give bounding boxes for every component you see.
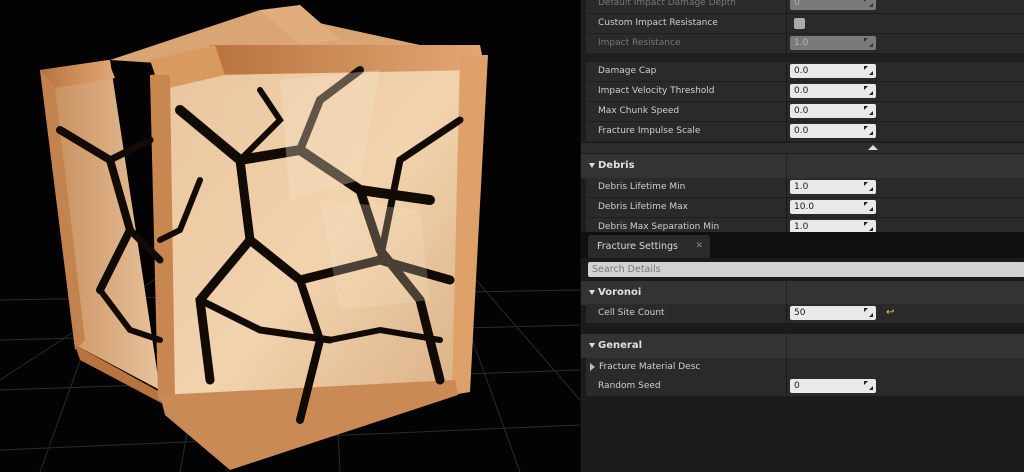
damage-cap-row: Damage Cap 0.0 (586, 62, 1024, 81)
drag-handle-icon[interactable] (864, 106, 873, 115)
fracture-material-desc-label: Fracture Material Desc (599, 362, 701, 372)
physics-details-section: Default Impact Damage Depth 0 Custom Imp… (581, 0, 1024, 232)
impact-resistance-label: Impact Resistance (598, 38, 681, 48)
default-impact-damage-depth-label: Default Impact Damage Depth (598, 0, 736, 8)
tab-bar: Fracture Settings ✕ (581, 232, 1024, 258)
impact-velocity-threshold-row: Impact Velocity Threshold 0.0 (586, 82, 1024, 101)
debris-lifetime-max-row: Debris Lifetime Max 10.0 (586, 198, 1024, 217)
category-voronoi[interactable]: Voronoi (581, 281, 1024, 305)
drag-handle-icon[interactable] (864, 182, 873, 191)
category-debris-title: Debris (598, 160, 635, 171)
debris-lifetime-min-label: Debris Lifetime Min (598, 182, 686, 192)
cell-site-count-label: Cell Site Count (598, 308, 665, 318)
random-seed-field[interactable]: 0 (790, 379, 876, 393)
drag-handle-icon[interactable] (864, 66, 873, 75)
close-icon[interactable]: ✕ (695, 241, 703, 251)
tab-fracture-settings-label: Fracture Settings (597, 241, 678, 252)
max-chunk-speed-field[interactable]: 0.0 (790, 104, 876, 118)
drag-handle-icon[interactable] (864, 126, 873, 135)
collapse-up-icon[interactable] (868, 145, 878, 150)
fractured-cube-render (0, 5, 580, 472)
impact-velocity-threshold-label: Impact Velocity Threshold (598, 86, 715, 96)
debris-lifetime-min-field[interactable]: 1.0 (790, 180, 876, 194)
fracture-impulse-scale-row: Fracture Impulse Scale 0.0 (586, 122, 1024, 141)
impact-resistance-row: Impact Resistance 1.0 (586, 34, 1024, 53)
expand-arrow-icon[interactable] (589, 343, 595, 348)
damage-cap-label: Damage Cap (598, 66, 657, 76)
category-voronoi-title: Voronoi (598, 287, 642, 298)
expand-right-icon[interactable] (590, 363, 595, 371)
category-debris[interactable]: Debris (581, 154, 1024, 178)
tab-fracture-settings[interactable]: Fracture Settings ✕ (588, 235, 710, 258)
drag-handle-icon[interactable] (864, 222, 873, 231)
debris-max-separation-min-label: Debris Max Separation Min (598, 222, 720, 232)
random-seed-row: Random Seed 0 (586, 377, 1024, 396)
debris-lifetime-max-label: Debris Lifetime Max (598, 202, 688, 212)
search-row: Search Details (581, 258, 1024, 282)
fracture-material-desc-row[interactable]: Fracture Material Desc (586, 358, 1024, 377)
fracture-impulse-scale-field[interactable]: 0.0 (790, 124, 876, 138)
drag-handle-icon[interactable] (864, 86, 873, 95)
advanced-collapse-bar[interactable] (581, 143, 1024, 153)
impact-velocity-threshold-field[interactable]: 0.0 (790, 84, 876, 98)
category-general[interactable]: General (581, 334, 1024, 358)
expand-arrow-icon[interactable] (589, 163, 595, 168)
cell-site-count-row: Cell Site Count 50 ↩ (586, 304, 1024, 323)
drag-handle-icon[interactable] (864, 308, 873, 317)
drag-handle-icon (864, 38, 873, 47)
debris-lifetime-max-field[interactable]: 10.0 (790, 200, 876, 214)
max-chunk-speed-label: Max Chunk Speed (598, 106, 680, 116)
custom-impact-resistance-row: Custom Impact Resistance (586, 14, 1024, 33)
damage-cap-field[interactable]: 0.0 (790, 64, 876, 78)
reset-arrow-icon[interactable]: ↩ (886, 308, 894, 318)
debris-max-separation-min-field[interactable]: 1.0 (790, 220, 876, 232)
custom-impact-resistance-checkbox[interactable] (794, 18, 805, 29)
drag-handle-icon[interactable] (864, 381, 873, 390)
details-panel: Default Impact Damage Depth 0 Custom Imp… (580, 0, 1024, 472)
impact-resistance-field: 1.0 (790, 36, 876, 50)
expand-arrow-icon[interactable] (589, 290, 595, 295)
fracture-impulse-scale-label: Fracture Impulse Scale (598, 126, 701, 136)
max-chunk-speed-row: Max Chunk Speed 0.0 (586, 102, 1024, 121)
viewport-3d[interactable] (0, 0, 580, 472)
drag-handle-icon (864, 0, 873, 7)
default-impact-damage-depth-row: Default Impact Damage Depth 0 (586, 0, 1024, 13)
debris-max-separation-min-row: Debris Max Separation Min 1.0 (586, 218, 1024, 232)
drag-handle-icon[interactable] (864, 202, 873, 211)
category-general-title: General (598, 340, 642, 351)
random-seed-label: Random Seed (598, 381, 661, 391)
debris-lifetime-min-row: Debris Lifetime Min 1.0 (586, 178, 1024, 197)
default-impact-damage-depth-field: 0 (790, 0, 876, 10)
search-details-input[interactable]: Search Details (588, 262, 1024, 277)
cell-site-count-field[interactable]: 50 (790, 306, 876, 320)
custom-impact-resistance-label: Custom Impact Resistance (598, 18, 718, 28)
